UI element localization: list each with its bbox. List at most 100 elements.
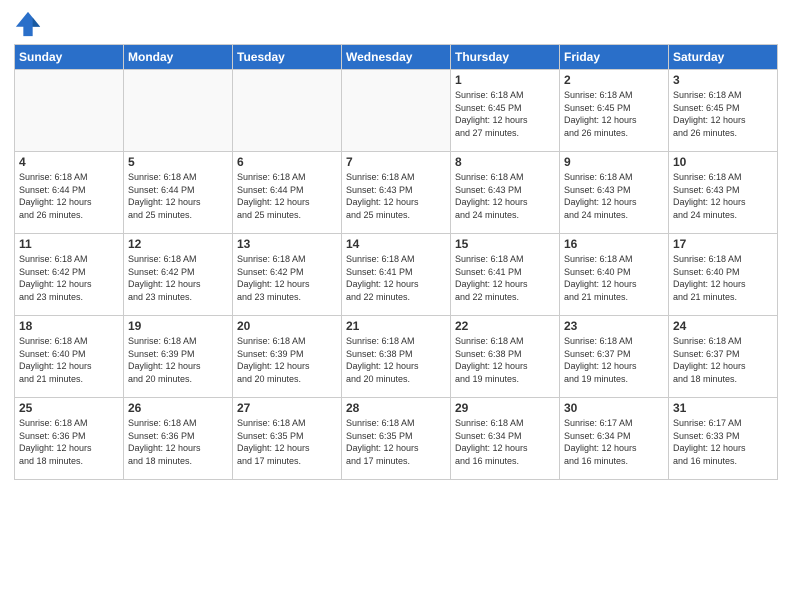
calendar-cell: 27 Sunrise: 6:18 AM Sunset: 6:35 PM Dayli… bbox=[233, 398, 342, 480]
day-info: Sunrise: 6:18 AM Sunset: 6:42 PM Dayligh… bbox=[237, 253, 337, 303]
day-number: 13 bbox=[237, 237, 337, 251]
calendar-cell: 13 Sunrise: 6:18 AM Sunset: 6:42 PM Dayli… bbox=[233, 234, 342, 316]
header bbox=[14, 10, 778, 38]
day-info: Sunrise: 6:18 AM Sunset: 6:45 PM Dayligh… bbox=[673, 89, 773, 139]
day-info: Sunrise: 6:18 AM Sunset: 6:42 PM Dayligh… bbox=[19, 253, 119, 303]
calendar-header-tuesday: Tuesday bbox=[233, 45, 342, 70]
calendar-cell: 11 Sunrise: 6:18 AM Sunset: 6:42 PM Dayli… bbox=[15, 234, 124, 316]
day-number: 23 bbox=[564, 319, 664, 333]
calendar-header-sunday: Sunday bbox=[15, 45, 124, 70]
day-info: Sunrise: 6:18 AM Sunset: 6:35 PM Dayligh… bbox=[237, 417, 337, 467]
day-number: 19 bbox=[128, 319, 228, 333]
calendar-cell: 22 Sunrise: 6:18 AM Sunset: 6:38 PM Dayli… bbox=[451, 316, 560, 398]
day-number: 12 bbox=[128, 237, 228, 251]
day-number: 15 bbox=[455, 237, 555, 251]
day-number: 31 bbox=[673, 401, 773, 415]
calendar-cell: 3 Sunrise: 6:18 AM Sunset: 6:45 PM Daylig… bbox=[669, 70, 778, 152]
day-number: 16 bbox=[564, 237, 664, 251]
day-number: 10 bbox=[673, 155, 773, 169]
day-info: Sunrise: 6:18 AM Sunset: 6:39 PM Dayligh… bbox=[237, 335, 337, 385]
day-info: Sunrise: 6:18 AM Sunset: 6:44 PM Dayligh… bbox=[19, 171, 119, 221]
calendar-cell: 25 Sunrise: 6:18 AM Sunset: 6:36 PM Dayli… bbox=[15, 398, 124, 480]
day-number: 21 bbox=[346, 319, 446, 333]
calendar-header-wednesday: Wednesday bbox=[342, 45, 451, 70]
day-info: Sunrise: 6:18 AM Sunset: 6:40 PM Dayligh… bbox=[564, 253, 664, 303]
calendar-cell: 17Sunrise: 6:18 AM Sunset: 6:40 PM Dayli… bbox=[669, 234, 778, 316]
calendar-week-3: 11 Sunrise: 6:18 AM Sunset: 6:42 PM Dayli… bbox=[15, 234, 778, 316]
calendar-cell: 8Sunrise: 6:18 AM Sunset: 6:43 PM Daylig… bbox=[451, 152, 560, 234]
day-info: Sunrise: 6:17 AM Sunset: 6:33 PM Dayligh… bbox=[673, 417, 773, 467]
day-number: 18 bbox=[19, 319, 119, 333]
calendar-cell: 26 Sunrise: 6:18 AM Sunset: 6:36 PM Dayli… bbox=[124, 398, 233, 480]
calendar-cell: 5Sunrise: 6:18 AM Sunset: 6:44 PM Daylig… bbox=[124, 152, 233, 234]
day-number: 30 bbox=[564, 401, 664, 415]
day-number: 5 bbox=[128, 155, 228, 169]
calendar-cell: 23 Sunrise: 6:18 AM Sunset: 6:37 PM Dayli… bbox=[560, 316, 669, 398]
day-number: 2 bbox=[564, 73, 664, 87]
day-number: 22 bbox=[455, 319, 555, 333]
day-number: 26 bbox=[128, 401, 228, 415]
calendar-cell: 12 Sunrise: 6:18 AM Sunset: 6:42 PM Dayli… bbox=[124, 234, 233, 316]
calendar-cell: 2 Sunrise: 6:18 AM Sunset: 6:45 PM Daylig… bbox=[560, 70, 669, 152]
day-info: Sunrise: 6:18 AM Sunset: 6:36 PM Dayligh… bbox=[128, 417, 228, 467]
day-info: Sunrise: 6:18 AM Sunset: 6:44 PM Dayligh… bbox=[237, 171, 337, 221]
calendar-cell bbox=[233, 70, 342, 152]
day-info: Sunrise: 6:18 AM Sunset: 6:43 PM Dayligh… bbox=[673, 171, 773, 221]
calendar-cell bbox=[15, 70, 124, 152]
day-number: 29 bbox=[455, 401, 555, 415]
calendar-header-friday: Friday bbox=[560, 45, 669, 70]
day-number: 9 bbox=[564, 155, 664, 169]
calendar-cell: 4 Sunrise: 6:18 AM Sunset: 6:44 PM Daylig… bbox=[15, 152, 124, 234]
calendar-cell: 28 Sunrise: 6:18 AM Sunset: 6:35 PM Dayli… bbox=[342, 398, 451, 480]
calendar-week-4: 18 Sunrise: 6:18 AM Sunset: 6:40 PM Dayli… bbox=[15, 316, 778, 398]
calendar-header-row: SundayMondayTuesdayWednesdayThursdayFrid… bbox=[15, 45, 778, 70]
calendar-cell bbox=[342, 70, 451, 152]
calendar-week-5: 25 Sunrise: 6:18 AM Sunset: 6:36 PM Dayli… bbox=[15, 398, 778, 480]
day-info: Sunrise: 6:18 AM Sunset: 6:37 PM Dayligh… bbox=[564, 335, 664, 385]
calendar-header-thursday: Thursday bbox=[451, 45, 560, 70]
page: SundayMondayTuesdayWednesdayThursdayFrid… bbox=[0, 0, 792, 612]
day-info: Sunrise: 6:18 AM Sunset: 6:45 PM Dayligh… bbox=[455, 89, 555, 139]
day-info: Sunrise: 6:18 AM Sunset: 6:36 PM Dayligh… bbox=[19, 417, 119, 467]
calendar-cell: 29 Sunrise: 6:18 AM Sunset: 6:34 PM Dayli… bbox=[451, 398, 560, 480]
calendar-cell: 30Sunrise: 6:17 AM Sunset: 6:34 PM Dayli… bbox=[560, 398, 669, 480]
calendar-header-saturday: Saturday bbox=[669, 45, 778, 70]
logo bbox=[14, 10, 46, 38]
calendar-cell: 20 Sunrise: 6:18 AM Sunset: 6:39 PM Dayli… bbox=[233, 316, 342, 398]
day-number: 8 bbox=[455, 155, 555, 169]
calendar-cell: 18 Sunrise: 6:18 AM Sunset: 6:40 PM Dayli… bbox=[15, 316, 124, 398]
calendar-week-1: 1Sunrise: 6:18 AM Sunset: 6:45 PM Daylig… bbox=[15, 70, 778, 152]
day-number: 4 bbox=[19, 155, 119, 169]
day-info: Sunrise: 6:18 AM Sunset: 6:43 PM Dayligh… bbox=[564, 171, 664, 221]
day-info: Sunrise: 6:18 AM Sunset: 6:43 PM Dayligh… bbox=[346, 171, 446, 221]
day-info: Sunrise: 6:18 AM Sunset: 6:34 PM Dayligh… bbox=[455, 417, 555, 467]
logo-icon bbox=[14, 10, 42, 38]
day-info: Sunrise: 6:18 AM Sunset: 6:40 PM Dayligh… bbox=[673, 253, 773, 303]
calendar-cell: 31 Sunrise: 6:17 AM Sunset: 6:33 PM Dayli… bbox=[669, 398, 778, 480]
day-info: Sunrise: 6:18 AM Sunset: 6:40 PM Dayligh… bbox=[19, 335, 119, 385]
day-number: 7 bbox=[346, 155, 446, 169]
day-number: 27 bbox=[237, 401, 337, 415]
calendar-week-2: 4 Sunrise: 6:18 AM Sunset: 6:44 PM Daylig… bbox=[15, 152, 778, 234]
calendar-cell: 10 Sunrise: 6:18 AM Sunset: 6:43 PM Dayli… bbox=[669, 152, 778, 234]
calendar-cell: 16 Sunrise: 6:18 AM Sunset: 6:40 PM Dayli… bbox=[560, 234, 669, 316]
day-info: Sunrise: 6:18 AM Sunset: 6:38 PM Dayligh… bbox=[346, 335, 446, 385]
day-number: 14 bbox=[346, 237, 446, 251]
day-number: 28 bbox=[346, 401, 446, 415]
calendar-cell: 7 Sunrise: 6:18 AM Sunset: 6:43 PM Daylig… bbox=[342, 152, 451, 234]
day-number: 20 bbox=[237, 319, 337, 333]
day-number: 3 bbox=[673, 73, 773, 87]
calendar-cell: 21 Sunrise: 6:18 AM Sunset: 6:38 PM Dayli… bbox=[342, 316, 451, 398]
calendar-table: SundayMondayTuesdayWednesdayThursdayFrid… bbox=[14, 44, 778, 480]
day-number: 11 bbox=[19, 237, 119, 251]
day-info: Sunrise: 6:18 AM Sunset: 6:41 PM Dayligh… bbox=[346, 253, 446, 303]
calendar-cell: 19Sunrise: 6:18 AM Sunset: 6:39 PM Dayli… bbox=[124, 316, 233, 398]
day-info: Sunrise: 6:18 AM Sunset: 6:42 PM Dayligh… bbox=[128, 253, 228, 303]
day-info: Sunrise: 6:18 AM Sunset: 6:38 PM Dayligh… bbox=[455, 335, 555, 385]
day-info: Sunrise: 6:18 AM Sunset: 6:35 PM Dayligh… bbox=[346, 417, 446, 467]
day-number: 25 bbox=[19, 401, 119, 415]
day-info: Sunrise: 6:18 AM Sunset: 6:37 PM Dayligh… bbox=[673, 335, 773, 385]
day-info: Sunrise: 6:18 AM Sunset: 6:45 PM Dayligh… bbox=[564, 89, 664, 139]
day-number: 24 bbox=[673, 319, 773, 333]
calendar-header-monday: Monday bbox=[124, 45, 233, 70]
